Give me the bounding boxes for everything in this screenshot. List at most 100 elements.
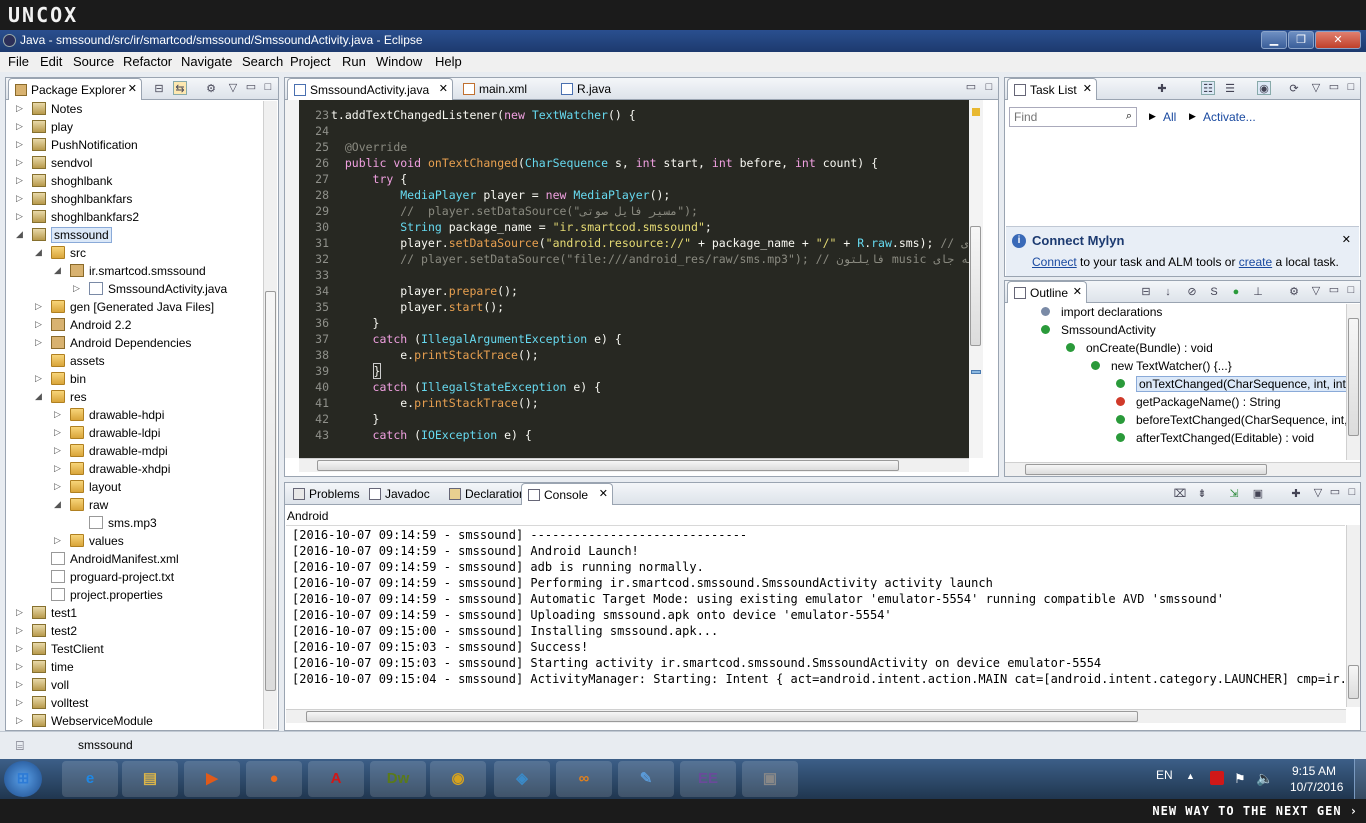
link-with-editor-icon[interactable]: ⇆ [173, 81, 187, 95]
expand-toggle-icon[interactable]: ◢ [35, 391, 42, 402]
chrome-icon[interactable]: ◉ [430, 761, 486, 797]
scroll-lock-icon[interactable]: ⇟ [1195, 487, 1209, 501]
code-line[interactable]: t.addTextChangedListener(new TextWatcher… [331, 108, 636, 122]
console-vertical-scrollbar[interactable] [1346, 525, 1360, 707]
show-hidden-icons[interactable]: ▲ [1186, 771, 1195, 781]
expand-toggle-icon[interactable]: ▷ [54, 463, 61, 474]
window-icon[interactable]: ▣ [742, 761, 798, 797]
expand-toggle-icon[interactable]: ▷ [16, 661, 23, 672]
minimize-view-icon[interactable]: ▭ [1328, 485, 1342, 499]
code-line[interactable]: e.printStackTrace(); [331, 396, 539, 410]
action-center-icon[interactable]: ⚑ [1234, 771, 1246, 787]
outline-item[interactable]: afterTextChanged(Editable) : void [1005, 429, 1346, 447]
minimize-button[interactable]: ▁ [1261, 31, 1287, 49]
scrollbar-thumb[interactable] [970, 226, 981, 346]
chevron-down-icon[interactable]: ▽ [1309, 284, 1323, 298]
tab-main-xml[interactable]: main.xml [457, 78, 551, 100]
clock-time[interactable]: 9:15 AM [1292, 764, 1336, 778]
tab-javadoc[interactable]: Javadoc [363, 483, 441, 505]
outline-item[interactable]: beforeTextChanged(CharSequence, int, [1005, 411, 1346, 429]
tree-item[interactable]: ▷ Android 2.2 [6, 316, 262, 334]
tree-item[interactable]: ▷ values [6, 532, 262, 550]
tree-item[interactable]: ▷ drawable-mdpi [6, 442, 262, 460]
expand-toggle-icon[interactable]: ▷ [54, 427, 61, 438]
menu-search[interactable]: Search [242, 54, 283, 69]
scrollbar-thumb[interactable] [1025, 464, 1267, 475]
scrollbar-thumb[interactable] [1348, 318, 1359, 436]
expand-toggle-icon[interactable]: ▷ [16, 715, 23, 726]
tree-item[interactable]: ◢ raw [6, 496, 262, 514]
expand-toggle-icon[interactable]: ▷ [16, 193, 23, 204]
tree-item[interactable]: ▷ volltest [6, 694, 262, 712]
expand-toggle-icon[interactable]: ◢ [54, 499, 61, 510]
expand-toggle-icon[interactable]: ▷ [35, 337, 42, 348]
tab-declaration[interactable]: Declaration [443, 483, 526, 505]
expand-toggle-icon[interactable]: ▷ [16, 175, 23, 186]
hide-local-types-icon[interactable]: ⊥ [1251, 285, 1265, 299]
minimize-view-icon[interactable]: ▭ [964, 80, 978, 94]
minimize-view-icon[interactable]: ▭ [1327, 283, 1341, 297]
hide-nonpublic-icon[interactable]: ● [1229, 285, 1243, 299]
sort-icon[interactable]: ↓ [1161, 285, 1175, 299]
expand-toggle-icon[interactable]: ▷ [54, 481, 61, 492]
code-line[interactable]: e.printStackTrace(); [331, 348, 539, 362]
minimize-view-icon[interactable]: ▭ [1327, 80, 1341, 94]
tree-item[interactable]: ▷ drawable-xhdpi [6, 460, 262, 478]
expand-toggle-icon[interactable]: ▷ [16, 211, 23, 222]
tree-item[interactable]: ▷ bin [6, 370, 262, 388]
tree-item[interactable]: ◢ src [6, 244, 262, 262]
tab-task-list[interactable]: Task List ✕ [1007, 78, 1097, 100]
sync-icon[interactable]: ⟳ [1287, 82, 1301, 96]
code-line[interactable]: // player.setDataSource("file:///android… [331, 252, 969, 266]
tree-item[interactable]: ▷ PushNotification [6, 136, 262, 154]
tree-item[interactable]: ▷ shoghlbankfars [6, 190, 262, 208]
activate-link[interactable]: Activate... [1203, 110, 1256, 124]
language-indicator[interactable]: EN [1156, 768, 1173, 782]
scrollbar-thumb[interactable] [265, 291, 276, 691]
code-line[interactable]: catch (IllegalStateException e) { [331, 380, 602, 394]
outline-item[interactable]: import declarations [1005, 303, 1346, 321]
maximize-view-icon[interactable]: □ [1344, 80, 1358, 94]
maximize-view-icon[interactable]: □ [982, 80, 996, 94]
outline-scrollbar[interactable] [1346, 304, 1360, 460]
code-line[interactable]: player.start(); [331, 300, 504, 314]
expand-toggle-icon[interactable]: ▷ [16, 625, 23, 636]
pin-console-icon[interactable]: ⇲ [1227, 487, 1241, 501]
expand-toggle-icon[interactable]: ▷ [16, 103, 23, 114]
tree-item[interactable]: ▷ sendvol [6, 154, 262, 172]
tree-item[interactable]: ▷ drawable-hdpi [6, 406, 262, 424]
hide-static-icon[interactable]: S [1207, 285, 1221, 299]
file-explorer-icon[interactable]: ▤ [122, 761, 178, 797]
tree-item[interactable]: ▷ voll [6, 676, 262, 694]
tree-item[interactable]: ▷ Notes [6, 100, 262, 118]
collapse-all-icon[interactable]: ⊟ [1139, 285, 1153, 299]
explorer-scrollbar[interactable] [263, 101, 277, 729]
scheduled-icon[interactable]: ☰ [1223, 82, 1237, 96]
menu-source[interactable]: Source [73, 54, 114, 69]
connect-link[interactable]: Connect [1032, 255, 1077, 269]
code-line[interactable]: player.setDataSource("android.resource:/… [331, 236, 969, 250]
console-horizontal-scrollbar[interactable] [286, 709, 1346, 723]
clear-console-icon[interactable]: ⌧ [1173, 487, 1187, 501]
outline-item[interactable]: onCreate(Bundle) : void [1005, 339, 1346, 357]
code-line[interactable]: // player.setDataSource("مسیر فایل صوتی"… [331, 204, 698, 218]
avira-icon[interactable]: A [308, 761, 364, 797]
expand-toggle-icon[interactable]: ◢ [16, 229, 23, 240]
close-button[interactable]: ✕ [1315, 31, 1361, 49]
tree-item[interactable]: AndroidManifest.xml [6, 550, 262, 568]
find-field[interactable]: ⌕ [1009, 107, 1137, 127]
menu-run[interactable]: Run [342, 54, 366, 69]
console-output[interactable]: [2016-10-07 09:14:59 - smssound] -------… [286, 525, 1345, 705]
expand-toggle-icon[interactable]: ▷ [54, 409, 61, 420]
security-icon[interactable]: ◈ [494, 761, 550, 797]
volume-icon[interactable]: 🔈 [1256, 770, 1273, 787]
media-player-icon[interactable]: ▶ [184, 761, 240, 797]
expand-toggle-icon[interactable]: ▷ [16, 697, 23, 708]
tab-r-java[interactable]: R.java [555, 78, 635, 100]
tree-item[interactable]: ◢ ir.smartcod.smssound [6, 262, 262, 280]
expand-toggle-icon[interactable]: ▷ [35, 319, 42, 330]
tree-item[interactable]: assets [6, 352, 262, 370]
code-line[interactable]: catch (IllegalArgumentException e) { [331, 332, 622, 346]
editor-horizontal-scrollbar[interactable] [299, 458, 969, 472]
tab-problems[interactable]: Problems [287, 483, 361, 505]
